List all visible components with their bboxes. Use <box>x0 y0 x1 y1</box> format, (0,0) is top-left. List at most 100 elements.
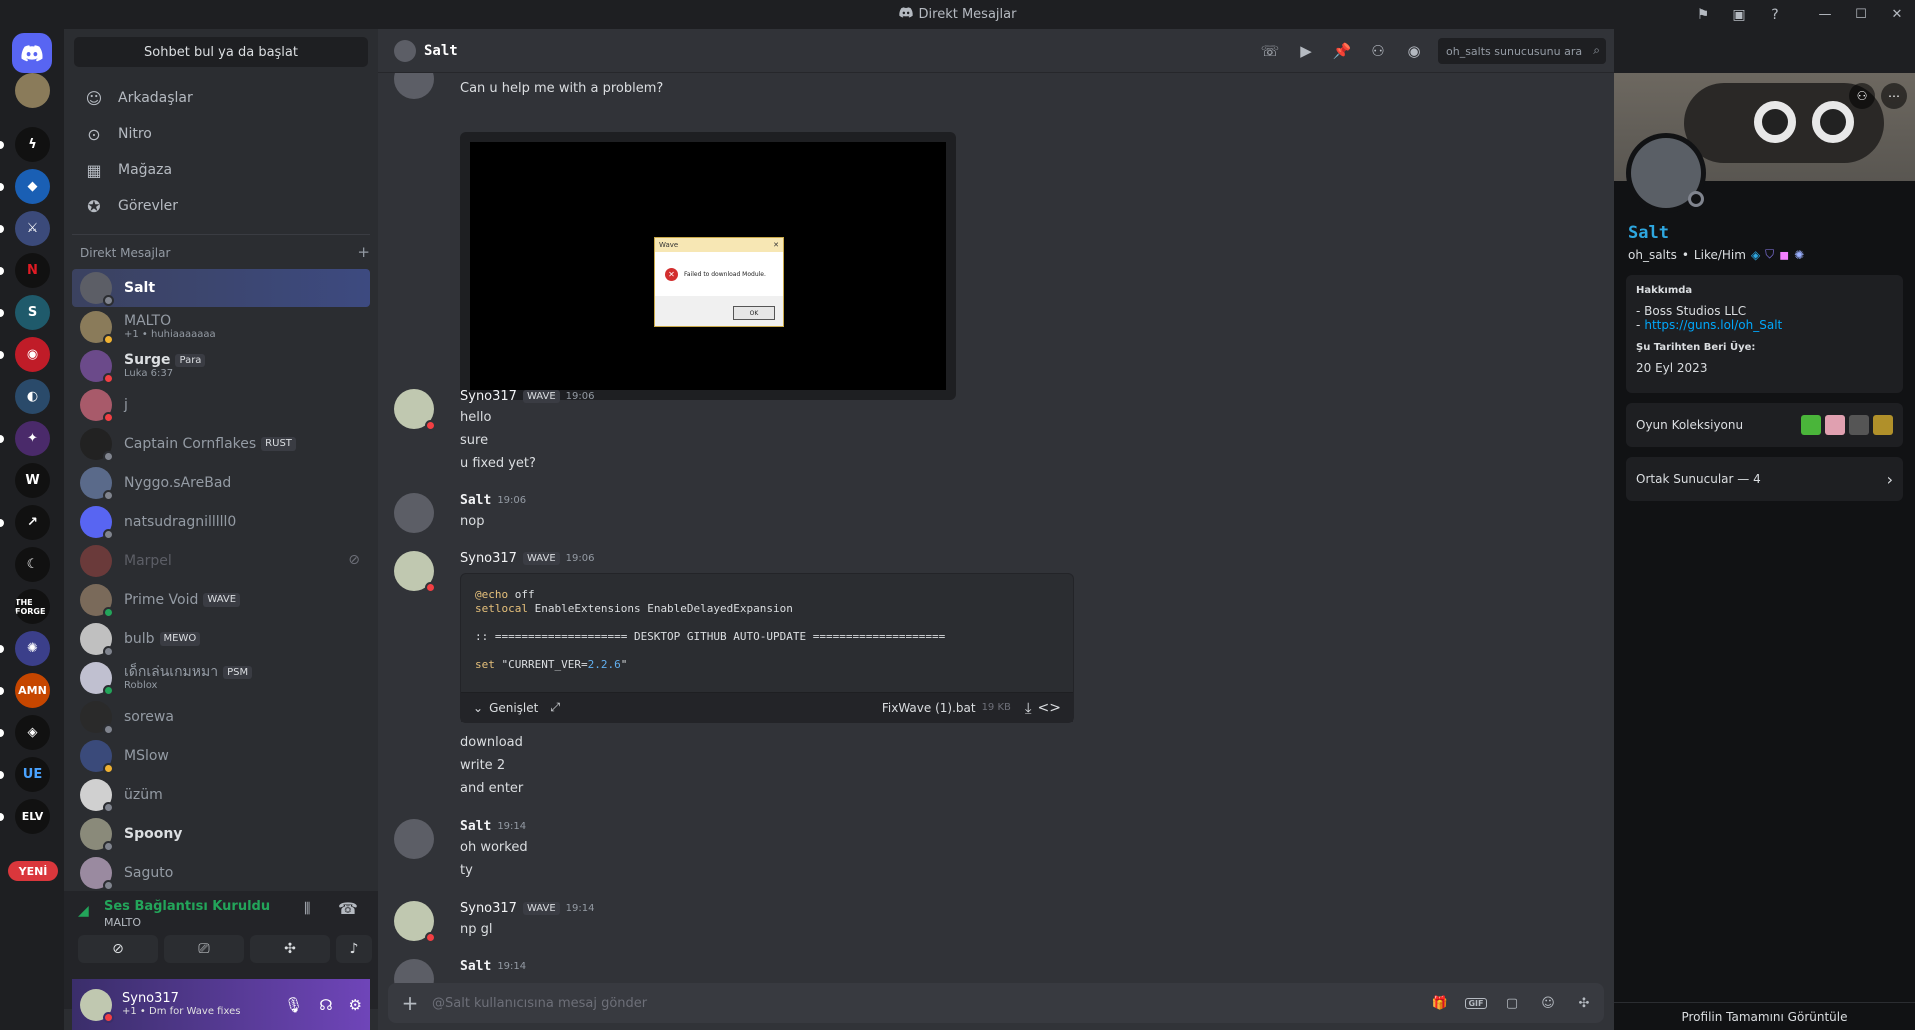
headphones-icon[interactable]: ☊ <box>319 996 332 1014</box>
noise-suppression-icon[interactable]: ⫼ <box>304 901 310 917</box>
author-avatar[interactable] <box>394 819 434 859</box>
dm-item[interactable]: Surge Para Luka 6:37 <box>72 347 370 385</box>
game-collection-card[interactable]: Oyun Koleksiyonu <box>1626 403 1903 447</box>
emoji-icon[interactable]: ☺ <box>1536 991 1560 1015</box>
server-icon[interactable]: ⚔ <box>15 211 50 246</box>
user-profile-icon[interactable]: ◉ <box>1402 39 1426 63</box>
badge-icon[interactable]: ⛉ <box>1765 247 1774 262</box>
author-avatar[interactable] <box>394 901 436 943</box>
hidden-eye-icon[interactable]: ⊘ <box>348 552 360 568</box>
dm-item[interactable]: sorewa <box>72 698 370 736</box>
microphone-icon[interactable]: 🎙 <box>284 996 303 1014</box>
guild-tag[interactable]: WAVE <box>522 552 560 565</box>
about-link[interactable]: https://guns.lol/oh_Salt <box>1644 318 1782 332</box>
server-icon[interactable]: ↗ <box>15 505 50 540</box>
dm-item[interactable]: Salt <box>72 269 370 307</box>
server-icon[interactable]: ◐ <box>15 379 50 414</box>
pinned-messages-icon[interactable]: 📌 <box>1330 39 1354 63</box>
dm-item[interactable]: Nyggo.sAreBad <box>72 464 370 502</box>
screen-share-button[interactable]: ⎚ <box>164 935 244 963</box>
dm-item[interactable]: j <box>72 386 370 424</box>
home-button[interactable] <box>12 33 52 73</box>
message-author[interactable]: Salt <box>460 819 491 834</box>
expand-button[interactable]: Genişlet <box>489 701 538 715</box>
profile-username[interactable]: oh_salts <box>1628 248 1677 262</box>
nav-nitro[interactable]: ⊙ Nitro <box>72 117 370 151</box>
close-button[interactable]: ✕ <box>1879 0 1915 29</box>
new-badge[interactable]: YENİ <box>8 861 58 881</box>
server-icon-ue[interactable]: UE <box>15 757 50 792</box>
dm-item[interactable]: natsudragnilllll0 <box>72 503 370 541</box>
add-friend-icon[interactable]: ⚇ <box>1849 83 1875 109</box>
header-avatar[interactable] <box>394 39 416 62</box>
camera-off-button[interactable]: ⊘ <box>78 935 158 963</box>
nav-friends[interactable]: ☺ Arkadaşlar <box>72 81 370 115</box>
dm-item[interactable]: Spoony <box>72 815 370 853</box>
find-conversation-button[interactable]: Sohbet bul ya da başlat <box>74 37 368 67</box>
dm-item[interactable]: MSlow <box>72 737 370 775</box>
server-icon[interactable]: ◆ <box>15 169 50 204</box>
message-author[interactable]: Syno317 <box>460 551 517 566</box>
view-full-profile-button[interactable]: Profilin Tamamını Görüntüle <box>1614 1002 1915 1030</box>
nav-quests[interactable]: ✪ Görevler <box>72 189 370 223</box>
badge-icon[interactable]: ✺ <box>1794 248 1804 262</box>
author-avatar[interactable] <box>394 73 434 99</box>
guild-tag[interactable]: PSM <box>223 665 253 679</box>
download-icon[interactable]: ⤓ <box>1025 699 1032 717</box>
view-code-icon[interactable]: <> <box>1038 700 1061 716</box>
user-name[interactable]: Syno317 <box>122 991 240 1007</box>
more-options-icon[interactable]: ⋯ <box>1881 83 1907 109</box>
dm-avatar-malto[interactable] <box>15 73 50 108</box>
add-friends-to-dm-icon[interactable]: ⚇ <box>1366 39 1390 63</box>
chevron-down-icon[interactable]: ⌄ <box>473 701 483 715</box>
author-avatar[interactable] <box>394 551 436 593</box>
server-icon[interactable]: N <box>15 253 50 288</box>
message-author[interactable]: Syno317 <box>460 389 517 404</box>
dm-item[interactable]: bulb MEWO <box>72 620 370 658</box>
expand-arrows-icon[interactable]: ⤢ <box>550 700 560 715</box>
disconnect-icon[interactable]: ☎ <box>338 899 358 918</box>
voice-status[interactable]: Ses Bağlantısı Kuruldu <box>104 899 270 914</box>
server-icon[interactable]: S <box>15 295 50 330</box>
guild-tag[interactable]: WAVE <box>522 902 560 915</box>
apps-icon[interactable]: ✣ <box>1572 991 1596 1015</box>
dm-item[interactable]: Saguto <box>72 854 370 892</box>
guild-tag[interactable]: Para <box>175 353 206 367</box>
video-call-icon[interactable]: ▶ <box>1294 39 1318 63</box>
message-author[interactable]: Salt <box>460 959 491 974</box>
author-avatar[interactable] <box>394 493 434 533</box>
server-icon[interactable]: ◈ <box>15 715 50 750</box>
sticker-icon[interactable]: ▢ <box>1500 991 1524 1015</box>
guild-tag[interactable]: RUST <box>261 437 296 451</box>
create-dm-icon[interactable]: + <box>357 245 370 260</box>
message-author[interactable]: Salt <box>460 493 491 508</box>
badge-icon[interactable]: ◼ <box>1779 248 1789 262</box>
server-icon[interactable]: ϟ <box>15 127 50 162</box>
dm-item[interactable]: เด็กเล่นเกมหมา PSM Roblox <box>72 659 370 697</box>
dm-item[interactable]: MALTO +1 • huhiaaaaaaa <box>72 308 370 346</box>
dm-item[interactable]: Prime Void WAVE <box>72 581 370 619</box>
game-icon[interactable] <box>1801 415 1821 435</box>
chat-recipient-name[interactable]: Salt <box>424 43 458 59</box>
search-input[interactable]: oh_salts sunucusunu ara ⌕ <box>1438 38 1606 64</box>
server-icon[interactable]: ✦ <box>15 421 50 456</box>
profile-avatar[interactable] <box>1626 133 1706 213</box>
voice-channel[interactable]: MALTO <box>104 916 141 929</box>
user-avatar[interactable] <box>80 988 114 1023</box>
image-attachment[interactable]: Wave ✕ ✕ Failed to download Module. OK <box>460 132 956 400</box>
file-name[interactable]: FixWave (1).bat <box>882 701 976 715</box>
settings-gear-icon[interactable]: ⚙ <box>349 996 362 1014</box>
mutual-servers-card[interactable]: Ortak Sunucular — 4 › <box>1626 457 1903 501</box>
guild-tag[interactable]: WAVE <box>203 593 241 607</box>
server-icon[interactable]: ✺ <box>15 631 50 666</box>
dm-item[interactable]: Captain Cornflakes RUST <box>72 425 370 463</box>
author-avatar[interactable] <box>394 389 436 431</box>
guild-tag[interactable]: MEWO <box>159 632 201 646</box>
voice-call-icon[interactable]: ☏ <box>1258 39 1282 63</box>
server-icon-elv[interactable]: ELV <box>15 799 50 834</box>
game-icon[interactable] <box>1849 415 1869 435</box>
gif-icon[interactable]: GIF <box>1464 991 1488 1015</box>
server-icon[interactable]: W <box>15 463 50 498</box>
guild-tag[interactable]: WAVE <box>522 390 560 403</box>
message-composer[interactable]: + @Salt kullanıcısına mesaj gönder 🎁 GIF… <box>388 983 1604 1023</box>
